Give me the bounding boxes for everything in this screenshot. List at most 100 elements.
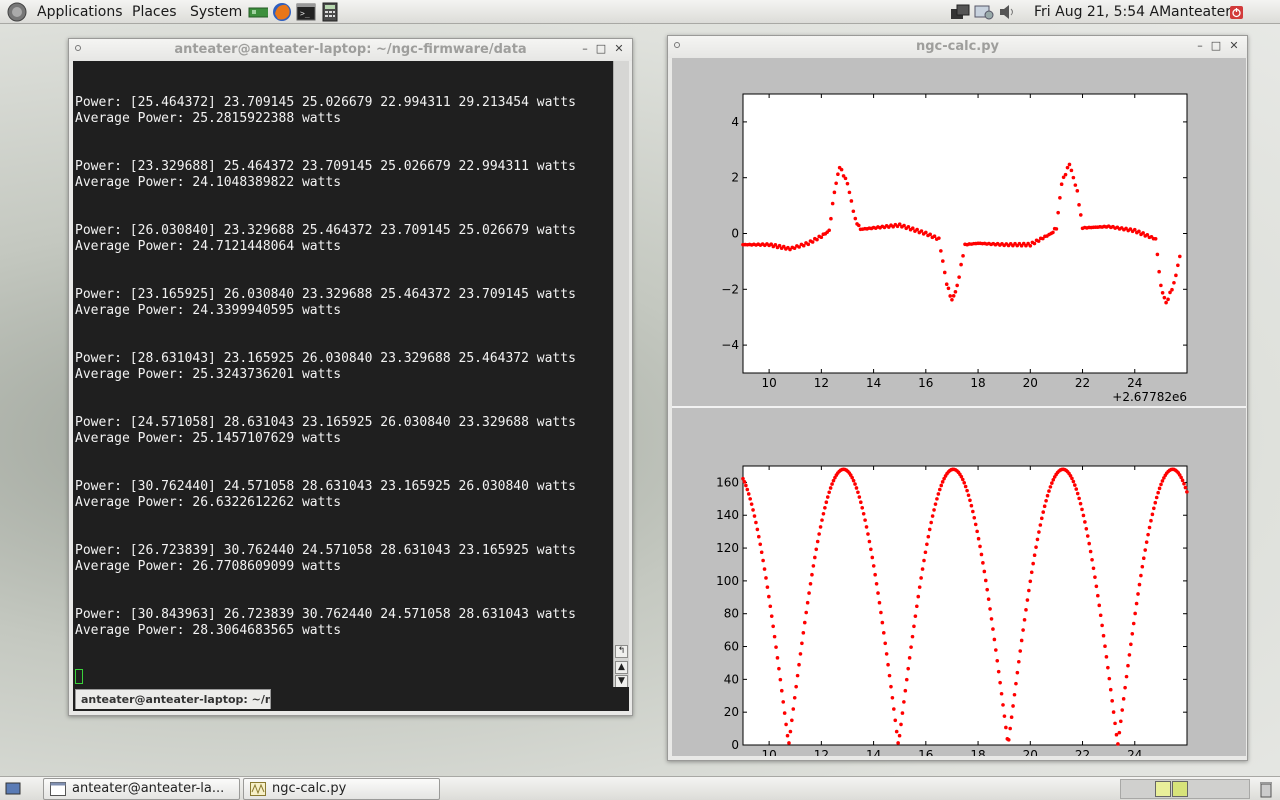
- taskbar-item-plot[interactable]: ngc-calc.py: [243, 778, 440, 800]
- terminal-output[interactable]: Power: [25.464372] 23.709145 25.026679 2…: [73, 61, 613, 687]
- data-point: [1166, 297, 1170, 302]
- data-point: [764, 576, 768, 580]
- calculator-icon[interactable]: [320, 2, 340, 22]
- data-point: [924, 230, 928, 235]
- data-point: [830, 482, 834, 486]
- data-point: [1006, 738, 1011, 742]
- data-point: [942, 270, 947, 275]
- data-point: [1114, 732, 1119, 737]
- x-tick-label: 18: [970, 748, 985, 756]
- close-icon[interactable]: ✕: [612, 42, 626, 56]
- data-point: [749, 502, 754, 506]
- terminal-window[interactable]: anteater@anteater-laptop: ~/ngc-firmware…: [68, 38, 633, 716]
- data-point: [1143, 548, 1148, 552]
- data-point: [1159, 482, 1163, 487]
- minimize-icon[interactable]: –: [578, 42, 592, 56]
- scroll-corner-icon[interactable]: ↰: [615, 645, 628, 658]
- firefox-icon[interactable]: [272, 2, 292, 22]
- data-point: [906, 666, 910, 671]
- data-point: [1041, 510, 1046, 514]
- data-point: [883, 641, 888, 646]
- data-point: [867, 539, 872, 544]
- trash-icon[interactable]: [1258, 779, 1274, 799]
- workspace-1[interactable]: [1155, 781, 1171, 797]
- data-point: [804, 610, 809, 615]
- x-tick-label: 20: [1023, 376, 1038, 390]
- data-point: [863, 518, 867, 522]
- data-point: [1035, 537, 1040, 542]
- data-point: [1048, 485, 1053, 489]
- data-point: [779, 688, 784, 693]
- plot-window[interactable]: ngc-calc.py – □ ✕ 10 12 14 16 18 20 22 24 4 2 0 −2−…: [667, 35, 1248, 761]
- data-point: [944, 282, 949, 286]
- data-point: [815, 539, 820, 544]
- data-point: [762, 567, 767, 571]
- data-point: [1174, 273, 1178, 278]
- scroll-up-icon[interactable]: ▲: [615, 661, 628, 674]
- data-point: [1183, 485, 1188, 490]
- data-point: [1028, 579, 1033, 584]
- data-point: [1129, 642, 1133, 647]
- data-point: [937, 487, 942, 492]
- data-point: [1103, 644, 1107, 648]
- data-point: [876, 591, 880, 595]
- data-point: [903, 688, 908, 693]
- data-point: [744, 483, 748, 488]
- data-point: [961, 254, 965, 258]
- user-name[interactable]: anteater: [1171, 3, 1231, 21]
- x-tick-label: 22: [1075, 376, 1090, 390]
- menu-system[interactable]: System: [190, 3, 242, 21]
- maximize-icon[interactable]: □: [594, 42, 608, 56]
- data-point: [1120, 708, 1125, 712]
- maximize-icon[interactable]: □: [1209, 39, 1223, 53]
- menu-places[interactable]: Places: [132, 3, 177, 21]
- plot-task-icon: [250, 782, 266, 796]
- data-point: [784, 722, 788, 727]
- data-point: [797, 662, 801, 667]
- data-point: [1019, 638, 1024, 643]
- data-point: [814, 547, 819, 552]
- data-point: [853, 482, 857, 486]
- data-point: [1159, 283, 1163, 288]
- volume-icon[interactable]: [998, 3, 1016, 21]
- data-point: [792, 695, 797, 700]
- workspace-2[interactable]: [1172, 781, 1188, 797]
- display-tray-icon[interactable]: [950, 3, 972, 21]
- minimize-icon[interactable]: –: [1193, 39, 1207, 53]
- data-point: [813, 555, 817, 560]
- data-point: [1039, 516, 1044, 521]
- power-line: Power: [30.843963] 26.723839 30.762440 2…: [75, 607, 576, 622]
- network-launcher-icon[interactable]: [248, 2, 268, 22]
- data-point: [1153, 236, 1158, 241]
- plot-canvas[interactable]: 10 12 14 16 18 20 22 24 4 2 0 −2 −4 +2.67782e6 10 12 14…: [672, 58, 1246, 756]
- taskbar-item-terminal[interactable]: anteater@anteater-la...: [43, 778, 240, 800]
- network-tray-icon[interactable]: [974, 3, 996, 21]
- data-point: [930, 514, 935, 518]
- svg-text:>_: >_: [300, 9, 310, 18]
- shutdown-icon[interactable]: [1230, 3, 1244, 21]
- show-desktop-icon[interactable]: [4, 780, 22, 798]
- plot-titlebar[interactable]: ngc-calc.py – □ ✕: [668, 36, 1247, 58]
- data-point: [1073, 483, 1077, 487]
- y-tick-label: 20: [724, 705, 739, 719]
- terminal-tabbar: anteater@anteater-laptop: ~/ngc: [73, 687, 629, 711]
- data-point: [909, 645, 913, 649]
- terminal-titlebar[interactable]: anteater@anteater-laptop: ~/ngc-firmware…: [69, 39, 632, 61]
- data-point: [1009, 715, 1014, 720]
- terminal-launcher-icon[interactable]: >_: [296, 2, 316, 22]
- data-point: [1160, 291, 1165, 295]
- foot-menu-icon[interactable]: [7, 2, 27, 22]
- terminal-scrollbar[interactable]: ↰ ▲ ▼: [613, 61, 629, 688]
- data-point: [1087, 541, 1091, 546]
- data-point: [889, 684, 893, 689]
- data-point: [1118, 719, 1123, 724]
- clock[interactable]: Fri Aug 21, 5:54 AM: [1034, 3, 1171, 21]
- data-point: [1106, 665, 1110, 670]
- menu-applications[interactable]: Applications: [37, 3, 123, 21]
- close-icon[interactable]: ✕: [1227, 39, 1241, 53]
- workspace-switcher[interactable]: [1120, 779, 1250, 799]
- terminal-tab[interactable]: anteater@anteater-laptop: ~/ngc: [75, 689, 271, 709]
- y-tick-label: 100: [716, 574, 739, 588]
- average-power-line: Average Power: 25.2815922388 watts: [75, 111, 342, 126]
- data-point: [1032, 553, 1037, 558]
